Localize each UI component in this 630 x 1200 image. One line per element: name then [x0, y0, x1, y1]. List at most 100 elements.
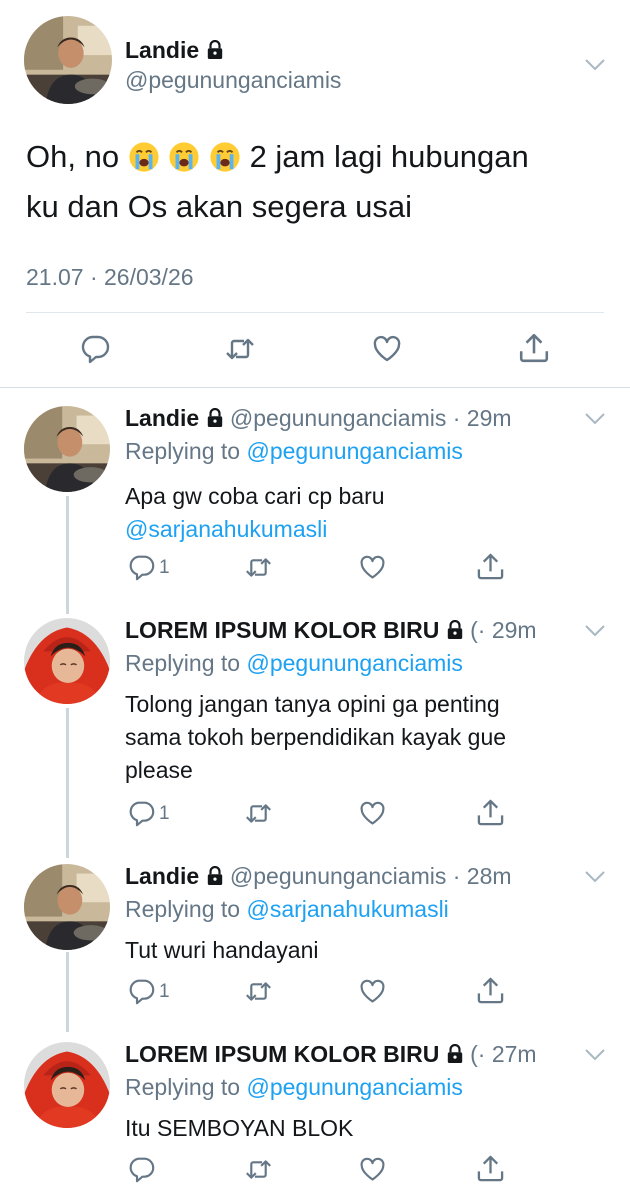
reply-count: 1: [159, 980, 170, 1002]
reply-icon: [128, 978, 155, 1005]
loudly-crying-emoji-icon: [128, 141, 160, 173]
share-icon: [476, 1154, 505, 1183]
loudly-crying-emoji-icon: [209, 141, 241, 173]
like-button[interactable]: [358, 1156, 387, 1183]
reply-text-line: Tolong jangan tanya opini ga penting: [125, 691, 500, 717]
author-name[interactable]: Landie: [125, 36, 224, 64]
share-icon: [518, 332, 550, 364]
retweet-icon: [244, 1156, 273, 1183]
replying-prefix: Replying to: [125, 438, 241, 464]
chevron-down-icon[interactable]: [584, 1048, 606, 1062]
avatar[interactable]: [24, 618, 110, 704]
avatar[interactable]: [24, 16, 112, 104]
reply-count: 1: [159, 556, 170, 578]
share-button[interactable]: [476, 552, 505, 581]
reply-tweet[interactable]: LOREM IPSUM KOLOR BIRU (· 27m Replying t…: [0, 1040, 630, 1200]
profile-photo: [24, 1042, 110, 1128]
reply-header: LOREM IPSUM KOLOR BIRU (· 27m: [125, 1040, 585, 1068]
retweet-button[interactable]: [244, 1156, 273, 1183]
share-icon: [476, 798, 505, 827]
reply-tweet[interactable]: Landie @pegununganciamis · 29m Replying …: [0, 404, 630, 604]
chevron-down-icon[interactable]: [584, 412, 606, 426]
author-handle-time[interactable]: @pegununganciamis · 28m: [230, 863, 512, 889]
profile-photo: [24, 16, 112, 104]
chevron-down-icon[interactable]: [584, 870, 606, 884]
reply-icon: [128, 800, 155, 827]
like-button[interactable]: [358, 978, 387, 1005]
retweet-button[interactable]: [224, 334, 256, 364]
retweet-button[interactable]: [244, 800, 273, 827]
like-icon: [358, 1156, 387, 1183]
reply-button[interactable]: 1: [128, 978, 170, 1005]
author-name[interactable]: Landie: [125, 863, 199, 889]
retweet-button[interactable]: [244, 554, 273, 581]
reply-text: Tut wuri handayani: [125, 934, 585, 967]
replying-mention-link[interactable]: @pegununganciamis: [246, 650, 462, 676]
author-name[interactable]: Landie: [125, 405, 199, 431]
avatar[interactable]: [24, 1042, 110, 1128]
reply-header: Landie @pegununganciamis · 29m: [125, 404, 585, 432]
author-handle[interactable]: @pegununganciamis: [125, 66, 341, 94]
tweet-text-line: ku dan Os akan segera usai: [26, 189, 413, 224]
like-button[interactable]: [358, 554, 387, 581]
reply-icon: [128, 1156, 155, 1183]
author-handle-time[interactable]: @pegununganciamis · 29m: [230, 405, 512, 431]
main-tweet: Landie @pegununganciamis Oh, no 2 jam la…: [0, 0, 630, 388]
reply-text: Itu SEMBOYAN BLOK: [125, 1112, 585, 1145]
reply-text-line: Tut wuri handayani: [125, 937, 319, 963]
profile-photo: [24, 618, 110, 704]
reply-text-line: please: [125, 757, 193, 783]
reply-header: LOREM IPSUM KOLOR BIRU (· 29m: [125, 616, 585, 644]
replying-prefix: Replying to: [125, 896, 241, 922]
like-button[interactable]: [358, 800, 387, 827]
retweet-icon: [244, 554, 273, 581]
chevron-down-icon[interactable]: [584, 58, 606, 72]
replying-to: Replying to @pegununganciamis: [125, 649, 463, 677]
tweet-text-part: 2 jam lagi hubungan: [249, 139, 529, 174]
share-button[interactable]: [518, 332, 550, 364]
share-button[interactable]: [476, 798, 505, 827]
mention-link[interactable]: @sarjanahukumasli: [125, 516, 327, 542]
retweet-icon: [244, 800, 273, 827]
profile-photo: [24, 864, 110, 950]
lock-icon: [206, 40, 224, 60]
retweet-icon: [244, 978, 273, 1005]
author-name[interactable]: LOREM IPSUM KOLOR BIRU: [125, 617, 439, 643]
reply-tweet[interactable]: Landie @pegununganciamis · 28m Replying …: [0, 862, 630, 1026]
divider: [26, 312, 604, 313]
reply-text: Tolong jangan tanya opini ga penting sam…: [125, 688, 585, 787]
share-button[interactable]: [476, 976, 505, 1005]
avatar[interactable]: [24, 864, 110, 950]
lock-icon: [446, 1044, 464, 1064]
chevron-down-icon[interactable]: [584, 624, 606, 638]
like-icon: [371, 334, 403, 364]
author-handle-time[interactable]: (· 27m: [470, 1041, 536, 1067]
reply-button[interactable]: 1: [128, 800, 170, 827]
reply-button[interactable]: 1: [128, 554, 170, 581]
loudly-crying-emoji-icon: [168, 141, 200, 173]
author-handle-time[interactable]: (· 29m: [470, 617, 536, 643]
replying-mention-link[interactable]: @sarjanahukumasli: [246, 896, 448, 922]
replying-prefix: Replying to: [125, 1074, 241, 1100]
reply-text-line: Itu SEMBOYAN BLOK: [125, 1115, 354, 1141]
reply-header: Landie @pegununganciamis · 28m: [125, 862, 585, 890]
reply-icon: [80, 334, 110, 364]
divider: [0, 387, 630, 388]
lock-icon: [206, 408, 224, 428]
replying-mention-link[interactable]: @pegununganciamis: [246, 438, 462, 464]
replying-mention-link[interactable]: @pegununganciamis: [246, 1074, 462, 1100]
reply-button[interactable]: [80, 334, 110, 364]
reply-tweet[interactable]: LOREM IPSUM KOLOR BIRU (· 29m Replying t…: [0, 616, 630, 852]
retweet-icon: [224, 334, 256, 364]
avatar[interactable]: [24, 406, 110, 492]
tweet-timestamp[interactable]: 21.07 · 26/03/26: [26, 262, 194, 292]
like-icon: [358, 978, 387, 1005]
retweet-button[interactable]: [244, 978, 273, 1005]
reply-button[interactable]: [128, 1156, 155, 1183]
reply-count: 1: [159, 802, 170, 824]
lock-icon: [446, 620, 464, 640]
like-button[interactable]: [371, 334, 403, 364]
author-name[interactable]: LOREM IPSUM KOLOR BIRU: [125, 1041, 439, 1067]
author-name-text: Landie: [125, 37, 200, 63]
share-button[interactable]: [476, 1154, 505, 1183]
